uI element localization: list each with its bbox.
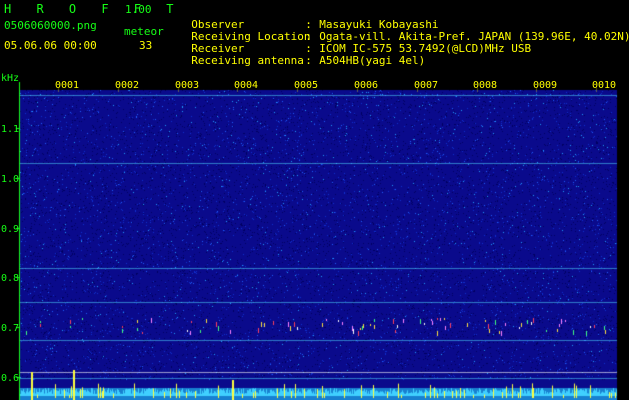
app-version: 1.00 [125, 3, 152, 16]
app-brand: H R O F F T [4, 2, 183, 16]
detector-label: meteor [124, 25, 164, 38]
minute-label: 0010 [592, 80, 617, 91]
minute-label: 0001 [55, 80, 80, 91]
y-tick-label: 0.6 [1, 373, 20, 384]
y-tick-label: 1.0 [1, 174, 20, 185]
minute-label: 0009 [533, 80, 558, 91]
y-tick-label: 0.8 [1, 273, 20, 284]
minute-label: 0006 [354, 80, 379, 91]
y-tick-label: 0.7 [1, 323, 20, 334]
minute-label: 0004 [234, 80, 259, 91]
minute-label: 0007 [414, 80, 439, 91]
info-value: A504HB(yagi 4el) [319, 54, 426, 67]
datetime-label: 05.06.06 00:00 [4, 39, 97, 52]
minute-label: 0008 [473, 80, 498, 91]
y-tick-label: 0.9 [1, 224, 20, 235]
minute-label: 0003 [175, 80, 200, 91]
minute-label: 0005 [294, 80, 319, 91]
axis-unit: kHz [1, 73, 20, 84]
minute-label: 0002 [115, 80, 140, 91]
meteor-count: 33 [139, 39, 153, 52]
info-row-antenna: Receiving antenna: A504HB(yagi 4el) [191, 54, 426, 67]
info-label: Receiving antenna [191, 54, 304, 67]
y-tick-label: 1.1 [1, 124, 20, 135]
filename-label: 0506060000.png [4, 19, 97, 32]
